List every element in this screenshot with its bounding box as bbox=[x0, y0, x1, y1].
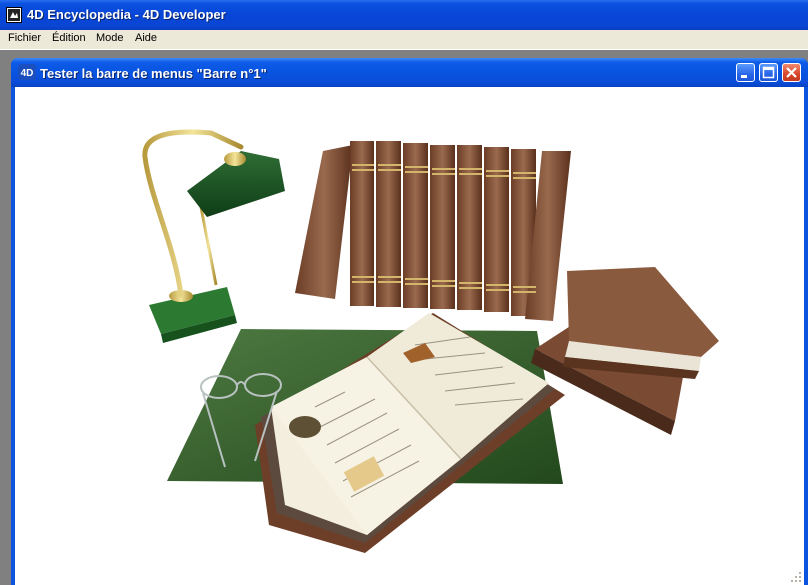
standing-books bbox=[295, 141, 571, 321]
desk-lamp bbox=[142, 129, 285, 343]
child-window-title: Tester la barre de menus "Barre n°1" bbox=[40, 66, 267, 81]
child-titlebar[interactable]: 4D Tester la barre de menus "Barre n°1" bbox=[11, 58, 808, 87]
child-window: 4D Tester la barre de menus "Barre n°1" bbox=[11, 58, 808, 585]
close-icon bbox=[786, 67, 797, 78]
minimize-button[interactable] bbox=[736, 63, 755, 82]
close-button[interactable] bbox=[782, 63, 801, 82]
menu-fichier[interactable]: Fichier bbox=[8, 32, 41, 44]
app-titlebar[interactable]: 4D Encyclopedia - 4D Developer bbox=[0, 0, 808, 30]
window-content bbox=[15, 87, 804, 585]
app-title: 4D Encyclopedia - 4D Developer bbox=[27, 7, 226, 22]
maximize-button[interactable] bbox=[759, 63, 778, 82]
menu-edition[interactable]: Édition bbox=[52, 32, 86, 44]
app-icon bbox=[6, 7, 22, 23]
minimize-icon bbox=[741, 75, 747, 78]
menubar: Fichier Édition Mode Aide bbox=[0, 30, 808, 50]
svg-text:4D: 4D bbox=[21, 68, 34, 79]
resize-grip-icon[interactable] bbox=[790, 571, 802, 583]
menu-mode[interactable]: Mode bbox=[96, 32, 124, 44]
menu-aide[interactable]: Aide bbox=[135, 32, 157, 44]
encyclopedia-books-illustration bbox=[142, 129, 719, 553]
4d-logo-icon: 4D bbox=[18, 64, 36, 80]
maximize-icon bbox=[762, 66, 775, 79]
stacked-books bbox=[531, 267, 719, 435]
